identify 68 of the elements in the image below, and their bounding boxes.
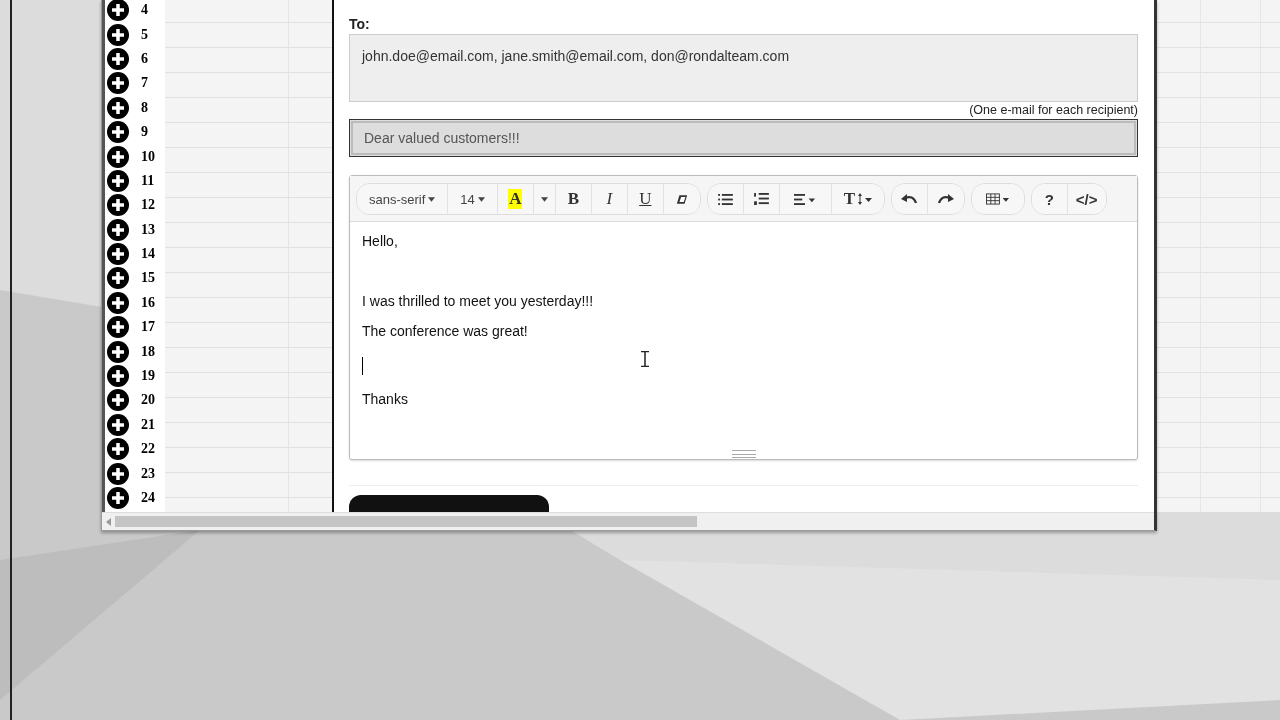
bullet-list-button[interactable] [707,184,744,214]
add-icon[interactable] [107,462,129,485]
row-number: 6 [141,50,148,67]
add-icon[interactable] [107,47,129,70]
row-number: 5 [141,26,148,43]
add-icon[interactable] [107,96,129,119]
add-icon[interactable] [107,340,129,363]
add-icon[interactable] [107,291,129,314]
dropdown-button[interactable]: sans-serif [357,184,449,214]
row-number: 9 [141,124,148,141]
undo-icon [901,194,918,204]
recipients-field[interactable]: john.doe@email.com, jane.smith@email.com, don@rondalteam.com [349,34,1138,102]
add-icon[interactable] [107,145,129,168]
row-number: 17 [141,319,155,336]
numbered-list-icon [753,193,769,205]
add-icon[interactable] [107,413,129,436]
add-icon[interactable] [107,194,129,217]
row-number: 11 [141,172,155,189]
row-number: 7 [141,75,148,92]
row-number: 8 [141,99,148,116]
body-text: Hello, [362,232,399,251]
body-text: Thanks [362,390,409,409]
row-number: 22 [141,441,155,458]
row-number: 20 [141,392,155,409]
add-icon[interactable] [107,23,129,46]
row-number: 12 [141,197,155,214]
recipients-hint: (One e-mail for each recipient) [969,103,1138,117]
row-number: 21 [141,416,155,433]
align-icon [794,193,817,205]
line-height-icon [858,193,872,205]
add-icon[interactable] [107,169,129,192]
row-number: 13 [141,221,155,238]
row-number: 18 [141,343,155,360]
add-icon[interactable] [107,438,129,461]
add-icon[interactable] [107,243,129,266]
add-icon[interactable] [107,121,129,144]
add-icon[interactable] [107,72,129,95]
undo-button[interactable] [891,184,928,214]
caret-icon [540,196,548,202]
row-number: 4 [141,2,148,19]
table-button[interactable] [971,184,1024,214]
add-icon[interactable] [107,487,129,509]
add-icon[interactable] [107,316,129,339]
row-number: 14 [141,246,155,263]
add-icon[interactable] [107,365,129,388]
body-text: I was thrilled to meet you yesterday!!! [362,292,595,311]
caret-icon [428,196,436,202]
row-number: 19 [141,368,155,385]
add-icon[interactable] [107,267,129,290]
row-number: 15 [141,270,155,287]
row-number: 10 [141,148,155,165]
add-icon[interactable] [107,218,129,241]
body-text: The conference was great! [362,322,529,341]
caret-icon [477,196,485,202]
table-icon [985,193,1010,205]
toolbar-button[interactable]: ? [1031,184,1068,214]
row-number: 23 [141,465,155,482]
bullet-list-icon [717,193,733,205]
subject-field[interactable]: Dear valued customers!!! [349,119,1138,157]
eraser-icon [675,193,688,205]
row-number: 24 [141,490,155,506]
redo-icon [937,194,954,204]
add-icon[interactable] [107,0,129,22]
text-caret [362,357,363,375]
text-cursor-icon [641,351,649,367]
row-number: 16 [141,294,155,311]
add-icon[interactable] [107,389,129,412]
to-label: To: [349,16,371,32]
